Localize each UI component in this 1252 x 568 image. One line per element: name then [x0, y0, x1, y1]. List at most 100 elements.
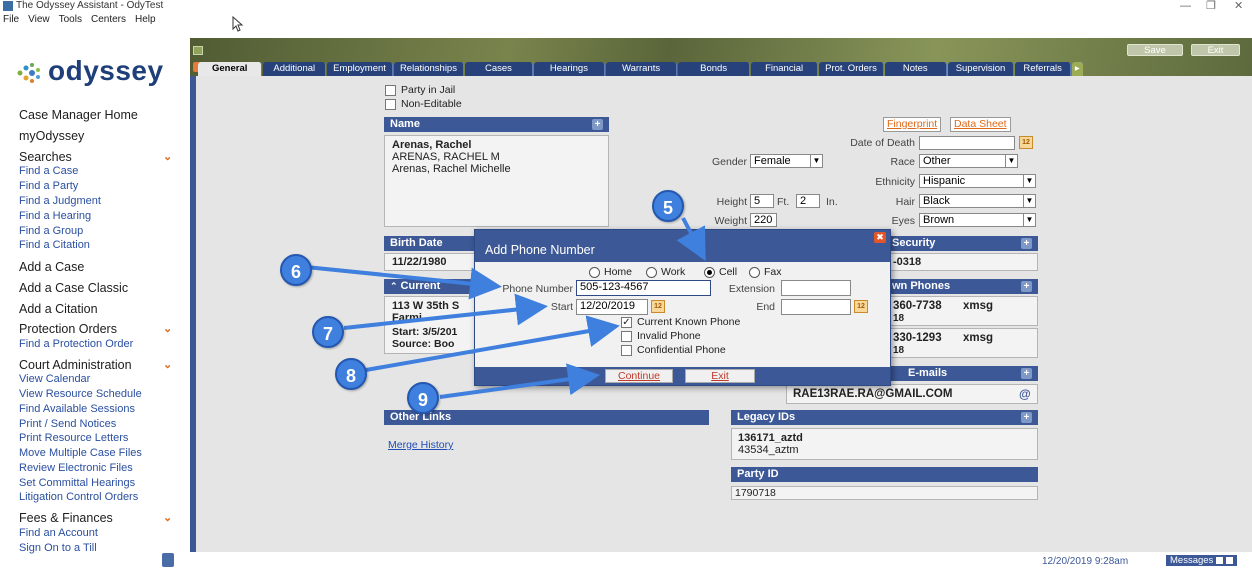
menu-centers[interactable]: Centers: [91, 14, 126, 25]
nav-find-case[interactable]: Find a Case: [19, 165, 78, 177]
tab-more-icon[interactable]: ▸: [1071, 62, 1084, 76]
save-button[interactable]: Save: [1127, 44, 1183, 56]
tab-financial[interactable]: Financial: [751, 62, 819, 76]
height-in-field[interactable]: 2: [796, 194, 820, 208]
nav-add-citation[interactable]: Add a Citation: [19, 302, 98, 316]
tab-cases[interactable]: Cases: [464, 62, 533, 76]
menu-view[interactable]: View: [28, 14, 50, 25]
add-email-icon[interactable]: +: [1021, 368, 1032, 379]
nav-find-hearing[interactable]: Find a Hearing: [19, 210, 91, 222]
dialog-close-icon[interactable]: ✖: [874, 232, 886, 243]
nav-case-manager-home[interactable]: Case Manager Home: [19, 108, 138, 122]
exit-button[interactable]: Exit: [1191, 44, 1240, 56]
court-admin-chevron-icon[interactable]: ⌄: [163, 360, 173, 371]
add-legacy-id-icon[interactable]: +: [1021, 412, 1032, 423]
nav-print-send-notices[interactable]: Print / Send Notices: [19, 418, 116, 430]
phone-row[interactable]: 360-7738 xmsg 18: [880, 296, 1038, 326]
end-date-input[interactable]: [781, 299, 851, 315]
nav-find-available-sessions[interactable]: Find Available Sessions: [19, 403, 135, 415]
eyes-select[interactable]: Brown ▼: [919, 213, 1036, 227]
eyes-dropdown-icon[interactable]: ▼: [1023, 214, 1035, 226]
birth-date-value[interactable]: 11/22/1980: [392, 256, 446, 268]
nav-find-account[interactable]: Find an Account: [19, 527, 98, 539]
dialog-exit-button[interactable]: Exit: [685, 369, 755, 383]
race-dropdown-icon[interactable]: ▼: [1005, 155, 1017, 167]
sidebar-scroll-icon[interactable]: [162, 553, 174, 567]
ssn-value[interactable]: -0318: [893, 256, 921, 268]
nav-find-protection-order[interactable]: Find a Protection Order: [19, 338, 133, 350]
email-value[interactable]: RAE13RAE.RA@GMAIL.COM: [793, 388, 952, 400]
add-phone-icon[interactable]: +: [1021, 281, 1032, 292]
ethnicity-select[interactable]: Hispanic ▼: [919, 174, 1036, 188]
continue-button[interactable]: Continue: [605, 369, 673, 383]
confidential-phone-checkbox[interactable]: [621, 345, 632, 356]
end-calendar-icon[interactable]: 12: [854, 300, 868, 313]
non-editable-checkbox[interactable]: [385, 99, 396, 110]
add-name-icon[interactable]: +: [592, 119, 603, 130]
gender-dropdown-icon[interactable]: ▼: [810, 155, 822, 167]
fees-chevron-icon[interactable]: ⌄: [163, 513, 173, 524]
tab-prot-orders[interactable]: Prot. Orders: [819, 62, 884, 76]
date-of-death-field[interactable]: [919, 136, 1015, 150]
primary-name[interactable]: Arenas, Rachel: [392, 139, 471, 151]
gender-select[interactable]: Female ▼: [750, 154, 823, 168]
nav-view-calendar[interactable]: View Calendar: [19, 373, 90, 385]
nav-print-resource-letters[interactable]: Print Resource Letters: [19, 432, 128, 444]
tab-bonds[interactable]: Bonds: [678, 62, 751, 76]
add-ssn-icon[interactable]: +: [1021, 238, 1032, 249]
tab-notes[interactable]: Notes: [884, 62, 947, 76]
collapse-chevron-icon[interactable]: ⌃: [390, 281, 398, 291]
extension-input[interactable]: [781, 280, 851, 296]
tab-warrants[interactable]: Warrants: [605, 62, 678, 76]
radio-cell[interactable]: [704, 267, 715, 278]
nav-searches[interactable]: Searches: [19, 150, 72, 164]
hair-select[interactable]: Black ▼: [919, 194, 1036, 208]
invalid-phone-checkbox[interactable]: [621, 331, 632, 342]
height-ft-field[interactable]: 5: [750, 194, 774, 208]
nav-find-party[interactable]: Find a Party: [19, 180, 78, 192]
messages-button[interactable]: Messages: [1166, 555, 1237, 566]
restore-button[interactable]: ❐: [1206, 0, 1216, 12]
date-of-death-calendar-icon[interactable]: 12: [1019, 136, 1033, 149]
alias-name[interactable]: ARENAS, RACHEL M: [392, 151, 500, 163]
menu-file[interactable]: File: [3, 14, 19, 25]
searches-chevron-icon[interactable]: ⌄: [163, 152, 173, 163]
menu-tools[interactable]: Tools: [59, 14, 82, 25]
alias-name[interactable]: Arenas, Rachel Michelle: [392, 163, 511, 175]
tab-referrals[interactable]: Referrals: [1015, 62, 1071, 76]
ethnicity-dropdown-icon[interactable]: ▼: [1023, 175, 1035, 187]
nav-litigation-control-orders[interactable]: Litigation Control Orders: [19, 491, 138, 503]
nav-find-judgment[interactable]: Find a Judgment: [19, 195, 101, 207]
nav-move-multiple-case-files[interactable]: Move Multiple Case Files: [19, 447, 142, 459]
party-in-jail-checkbox[interactable]: [385, 85, 396, 96]
close-button[interactable]: ✕: [1234, 0, 1243, 12]
tab-additional[interactable]: Additional: [263, 62, 327, 76]
hair-dropdown-icon[interactable]: ▼: [1023, 195, 1035, 207]
race-select[interactable]: Other ▼: [919, 154, 1018, 168]
start-calendar-icon[interactable]: 12: [651, 300, 665, 313]
tab-general[interactable]: General: [198, 62, 263, 76]
merge-history-link[interactable]: Merge History: [388, 439, 453, 451]
minimize-button[interactable]: —: [1180, 0, 1191, 12]
nav-add-case-classic[interactable]: Add a Case Classic: [19, 281, 128, 295]
nav-add-case[interactable]: Add a Case: [19, 260, 84, 274]
radio-work[interactable]: [646, 267, 657, 278]
address-street[interactable]: 113 W 35th S: [392, 300, 459, 312]
nav-fees-finances[interactable]: Fees & Finances: [19, 511, 113, 525]
tab-supervision[interactable]: Supervision: [947, 62, 1015, 76]
tab-hearings[interactable]: Hearings: [533, 62, 605, 76]
phone-number-input[interactable]: 505-123-4567: [576, 280, 711, 296]
nav-set-committal-hearings[interactable]: Set Committal Hearings: [19, 477, 135, 489]
send-email-icon[interactable]: @: [1019, 387, 1031, 401]
protection-chevron-icon[interactable]: ⌄: [163, 324, 173, 335]
nav-court-administration[interactable]: Court Administration: [19, 358, 132, 372]
start-date-input[interactable]: 12/20/2019: [576, 299, 648, 315]
nav-find-citation[interactable]: Find a Citation: [19, 239, 90, 251]
weight-field[interactable]: 220: [750, 213, 777, 227]
collapse-sidebar-icon[interactable]: [193, 46, 203, 55]
nav-view-resource-schedule[interactable]: View Resource Schedule: [19, 388, 142, 400]
radio-fax[interactable]: [749, 267, 760, 278]
fingerprint-link[interactable]: Fingerprint: [883, 117, 942, 132]
nav-find-group[interactable]: Find a Group: [19, 225, 83, 237]
nav-protection-orders[interactable]: Protection Orders: [19, 322, 117, 336]
